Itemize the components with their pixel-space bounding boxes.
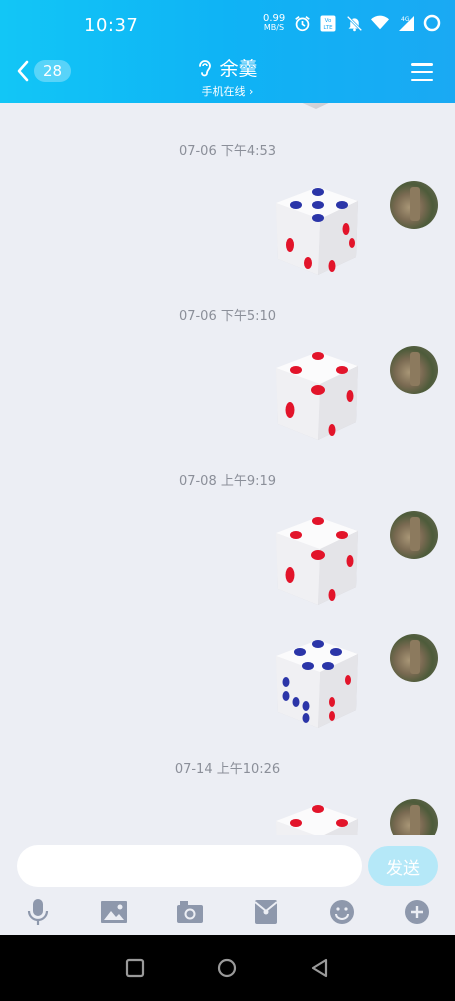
dice-message-partial[interactable] (270, 103, 366, 113)
emoji-icon[interactable] (327, 897, 357, 927)
dice-message[interactable] (270, 183, 366, 279)
network-speed: 0.99 MB/S (263, 14, 285, 32)
avatar[interactable] (390, 634, 438, 682)
status-bar: 10:37 0.99 MB/S Vo LTE 4G (0, 0, 455, 50)
battery-ring-icon (423, 14, 441, 32)
svg-text:LTE: LTE (323, 25, 333, 31)
network-speed-unit: MB/S (263, 23, 285, 32)
mic-icon[interactable] (23, 897, 53, 927)
timestamp: 07-06 下午5:10 (178, 309, 277, 324)
back-nav-button[interactable] (309, 957, 331, 979)
camera-icon[interactable] (175, 897, 205, 927)
avatar[interactable] (390, 346, 438, 394)
avatar[interactable] (390, 511, 438, 559)
menu-line (411, 78, 433, 81)
dice-message[interactable] (270, 636, 366, 732)
send-button[interactable]: 发送 (368, 846, 438, 886)
ear-icon (199, 59, 212, 76)
status-icons: 0.99 MB/S Vo LTE 4G (263, 14, 441, 32)
chat-title[interactable]: 余羹 手机在线 › (0, 54, 455, 99)
menu-button[interactable] (411, 63, 433, 81)
chat-navbar: 28 余羹 手机在线 › (0, 50, 455, 103)
svg-text:Vo: Vo (325, 18, 332, 24)
recents-button[interactable] (124, 957, 146, 979)
image-icon[interactable] (99, 897, 129, 927)
dice-message[interactable] (270, 801, 366, 835)
timestamp: 07-06 下午4:53 (178, 144, 277, 159)
avatar[interactable] (390, 181, 438, 229)
menu-line (411, 63, 433, 66)
wifi-icon (371, 14, 389, 32)
status-time: 10:37 (84, 15, 139, 36)
avatar[interactable] (390, 799, 438, 835)
message-input[interactable] (17, 845, 362, 887)
signal-4g-icon: 4G (397, 14, 415, 32)
input-toolbar (0, 897, 455, 927)
contact-name: 余羹 (219, 58, 258, 80)
system-nav-bar (0, 935, 455, 1001)
plus-icon[interactable] (402, 897, 432, 927)
volte-icon: Vo LTE (319, 14, 337, 32)
dice-message[interactable] (270, 513, 366, 609)
input-bar: 发送 (0, 835, 455, 935)
timestamp: 07-08 上午9:19 (178, 474, 277, 489)
mute-icon (345, 14, 363, 32)
menu-line (411, 70, 433, 74)
timestamp: 07-14 上午10:26 (174, 762, 281, 777)
red-packet-icon[interactable] (251, 897, 281, 927)
dice-message[interactable] (270, 348, 366, 444)
message-list[interactable]: 07-06 下午4:53 07-06 下午5:10 07-08 上午9:19 0… (0, 103, 455, 835)
alarm-icon (293, 14, 311, 32)
contact-status: 手机在线 › (201, 84, 254, 98)
svg-text:4G: 4G (401, 16, 410, 23)
home-button[interactable] (216, 957, 238, 979)
top-header: 10:37 0.99 MB/S Vo LTE 4G 28 余羹 手机在线 › (0, 0, 455, 103)
